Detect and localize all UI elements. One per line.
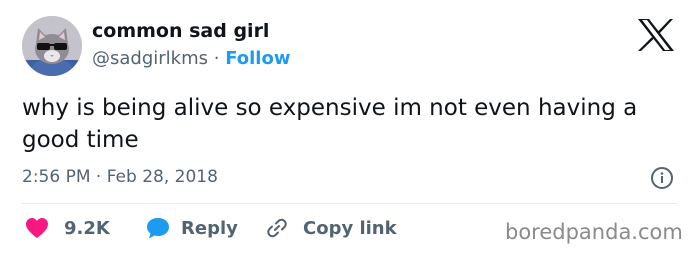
copy-link-label: Copy link [303, 217, 397, 239]
tweet-text: why is being alive so expensive im not e… [22, 95, 638, 153]
follow-button[interactable]: Follow [225, 48, 290, 69]
cat-avatar-image [22, 16, 82, 76]
like-count: 9.2K [64, 217, 110, 239]
avatar[interactable] [22, 16, 82, 76]
reply-bubble-icon [147, 218, 169, 239]
tweet-timestamp[interactable]: 2:56 PM · Feb 28, 2018 [22, 167, 218, 187]
reply-label: Reply [181, 217, 238, 239]
copy-link-button[interactable]: Copy link [265, 216, 397, 240]
like-button[interactable]: 9.2K [24, 216, 110, 240]
heart-icon [26, 218, 48, 238]
author-display-name[interactable]: common sad girl [92, 20, 269, 42]
watermark: boredpanda.com [505, 220, 683, 244]
x-logo-icon[interactable] [636, 18, 676, 52]
reply-button[interactable]: Reply [145, 216, 238, 240]
handle-separator: · [213, 48, 220, 69]
divider [22, 203, 678, 204]
author-handle-row: @sadgirlkms · Follow [92, 48, 290, 69]
link-icon [267, 218, 287, 238]
info-icon[interactable] [650, 166, 674, 190]
author-handle[interactable]: @sadgirlkms [92, 48, 208, 69]
